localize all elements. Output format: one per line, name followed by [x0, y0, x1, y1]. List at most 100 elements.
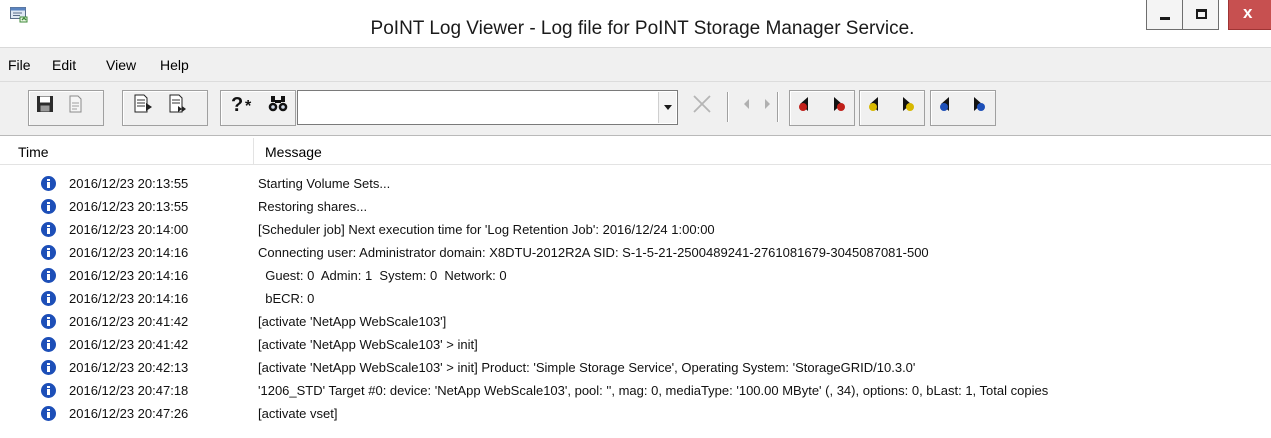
log-message: Starting Volume Sets...: [258, 176, 391, 191]
log-message: Connecting user: Administrator domain: X…: [258, 245, 929, 260]
info-icon: [41, 291, 56, 306]
log-time: 2016/12/23 20:47:18: [69, 383, 189, 398]
next-warning-button[interactable]: [895, 92, 919, 116]
log-message: '1206_STD' Target #0: device: 'NetApp We…: [258, 383, 1049, 398]
previous-info-button[interactable]: [935, 92, 959, 116]
info-icon: [41, 314, 56, 329]
log-message: [activate 'NetApp WebScale103' > init]: [258, 337, 478, 352]
previous-error-icon: [799, 97, 808, 111]
log-row[interactable]: 2016/12/23 20:14:16 Connecting user: Adm…: [0, 241, 1271, 264]
close-icon: x: [1243, 3, 1253, 22]
log-row[interactable]: 2016/12/23 20:41:42 [activate 'NetApp We…: [0, 333, 1271, 356]
log-row[interactable]: 2016/12/23 20:41:42 [activate 'NetApp We…: [0, 310, 1271, 333]
title-bar: PoINT Log Viewer - Log file for PoINT St…: [0, 0, 1271, 47]
log-time: 2016/12/23 20:41:42: [69, 314, 189, 329]
log-row[interactable]: 2016/12/23 20:14:16 bECR: 0: [0, 287, 1271, 310]
warning-marker: [869, 103, 877, 111]
next-error-icon: [834, 97, 845, 111]
info-icon: [41, 176, 56, 191]
previous-icon: [744, 99, 749, 109]
menu-bar: File Edit View Help: [0, 47, 1271, 81]
copy-log-button[interactable]: [131, 92, 155, 116]
log-row[interactable]: 2016/12/23 20:14:16 Guest: 0 Admin: 1 Sy…: [0, 264, 1271, 287]
log-time: 2016/12/23 20:47:26: [69, 406, 189, 421]
toolbar-separator: [777, 92, 779, 122]
window-title: PoINT Log Viewer - Log file for PoINT St…: [370, 18, 915, 39]
help-filter-button[interactable]: ? *: [229, 92, 259, 116]
clear-icon: [693, 95, 711, 113]
log-message: [activate 'NetApp WebScale103' > init] P…: [258, 360, 916, 375]
log-message: [activate vset]: [258, 406, 338, 421]
log-time: 2016/12/23 20:14:00: [69, 222, 189, 237]
info-icon: [41, 268, 56, 283]
log-time: 2016/12/23 20:13:55: [69, 199, 189, 214]
minimize-icon: [1160, 17, 1170, 20]
warning-marker: [906, 103, 914, 111]
error-marker: [799, 103, 807, 111]
log-list-header: Time Message: [0, 138, 1271, 165]
maximize-button[interactable]: [1182, 0, 1219, 30]
error-marker: [837, 103, 845, 111]
svg-text:*: *: [245, 98, 252, 114]
info-icon: [41, 222, 56, 237]
log-row[interactable]: 2016/12/23 20:47:26 [activate vset]: [0, 402, 1271, 425]
save-button[interactable]: [33, 92, 57, 116]
log-row[interactable]: 2016/12/23 20:13:55 Restoring shares...: [0, 195, 1271, 218]
previous-warning-button[interactable]: [864, 92, 888, 116]
log-row[interactable]: 2016/12/23 20:13:55 Starting Volume Sets…: [0, 172, 1271, 195]
log-message: [Scheduler job] Next execution time for …: [258, 222, 715, 237]
log-row[interactable]: 2016/12/23 20:14:00 [Scheduler job] Next…: [0, 218, 1271, 241]
next-error-button[interactable]: [826, 92, 850, 116]
log-message: [activate 'NetApp WebScale103']: [258, 314, 447, 329]
save-icon: [37, 96, 53, 112]
next-button[interactable]: [755, 92, 779, 116]
log-time: 2016/12/23 20:41:42: [69, 337, 189, 352]
find-button[interactable]: [266, 92, 290, 116]
info-icon: [41, 406, 56, 421]
menu-help[interactable]: Help: [160, 57, 189, 73]
next-info-button[interactable]: [966, 92, 990, 116]
chevron-down-icon[interactable]: [658, 92, 676, 123]
print-icon: [69, 95, 82, 113]
close-button[interactable]: x: [1228, 0, 1271, 30]
log-message: bECR: 0: [258, 291, 315, 306]
maximize-icon: [1196, 9, 1207, 19]
log-row[interactable]: 2016/12/23 20:42:13 [activate 'NetApp We…: [0, 356, 1271, 379]
next-info-icon: [974, 97, 985, 111]
menu-view[interactable]: View: [106, 57, 136, 73]
menu-file[interactable]: File: [8, 57, 31, 73]
log-list[interactable]: 2016/12/23 20:13:55 Starting Volume Sets…: [0, 172, 1271, 438]
next-warning-icon: [903, 97, 914, 111]
minimize-button[interactable]: [1146, 0, 1182, 30]
help-filter-icon: ? *: [231, 94, 252, 114]
find-icon: [268, 96, 288, 112]
log-time: 2016/12/23 20:42:13: [69, 360, 189, 375]
info-icon: [41, 360, 56, 375]
info-icon: [41, 337, 56, 352]
column-header-message[interactable]: Message: [265, 144, 322, 160]
previous-warning-icon: [869, 97, 878, 111]
previous-info-icon: [940, 97, 949, 111]
toolbar: ? *: [0, 81, 1271, 136]
column-header-time[interactable]: Time: [18, 144, 49, 160]
log-row[interactable]: 2016/12/23 20:47:18 '1206_STD' Target #0…: [0, 379, 1271, 402]
menu-edit[interactable]: Edit: [52, 57, 76, 73]
print-button[interactable]: [63, 92, 87, 116]
info-marker: [940, 103, 948, 111]
info-icon: [41, 383, 56, 398]
search-combobox[interactable]: [297, 90, 678, 125]
log-time: 2016/12/23 20:13:55: [69, 176, 189, 191]
log-message: Guest: 0 Admin: 1 System: 0 Network: 0: [258, 268, 507, 283]
export-log-button[interactable]: [166, 92, 190, 116]
previous-error-button[interactable]: [794, 92, 818, 116]
svg-text:?: ?: [231, 94, 243, 114]
column-resize-handle[interactable]: [253, 138, 254, 165]
log-time: 2016/12/23 20:14:16: [69, 245, 189, 260]
log-message: Restoring shares...: [258, 199, 368, 214]
log-time: 2016/12/23 20:14:16: [69, 268, 189, 283]
clear-search-button[interactable]: [688, 92, 716, 116]
info-icon: [41, 199, 56, 214]
toolbar-separator: [727, 92, 729, 122]
export-log-icon: [169, 94, 186, 113]
search-input[interactable]: [302, 97, 642, 119]
